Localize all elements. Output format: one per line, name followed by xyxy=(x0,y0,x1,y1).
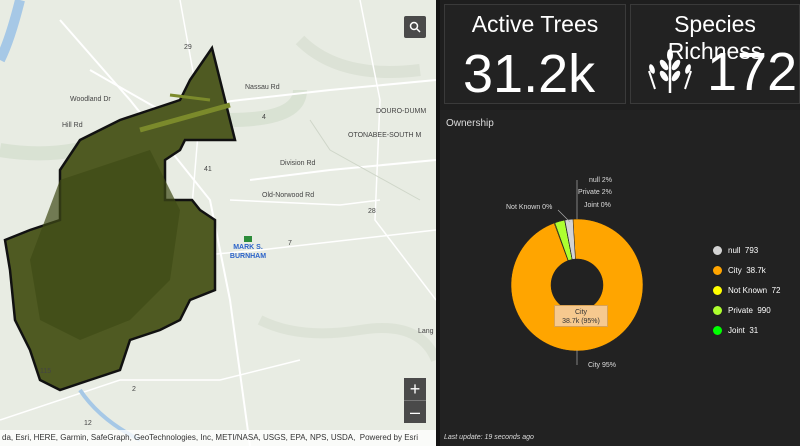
route-label: 29 xyxy=(184,44,192,51)
route-label: 4 xyxy=(262,114,266,121)
legend-swatch xyxy=(713,285,722,295)
map-search-button[interactable] xyxy=(404,16,426,38)
legend-swatch xyxy=(713,305,722,315)
area-label: DOURO-DUMM xyxy=(376,108,427,115)
route-label: 115 xyxy=(40,368,52,375)
road-label: Division Rd xyxy=(280,160,316,167)
legend-item[interactable]: Private 990 xyxy=(713,300,781,320)
species-richness-card: Species Richness 172 xyxy=(630,4,800,104)
legend-value: 38.7k xyxy=(746,265,766,275)
legend-item[interactable]: Joint 31 xyxy=(713,320,781,340)
legend-label: Joint xyxy=(728,325,745,335)
map-view[interactable]: Woodland Dr Nassau Rd Division Rd Old-No… xyxy=(0,0,436,446)
legend-item[interactable]: null 793 xyxy=(713,240,781,260)
attribution-text: da, Esri, HERE, Garmin, SafeGraph, GeoTe… xyxy=(2,433,358,442)
road-label: Nassau Rd xyxy=(245,84,280,91)
legend-value: 31 xyxy=(749,325,759,335)
poi-label: MARK S. BURNHAM xyxy=(229,244,267,260)
area-label: OTONABEE-SOUTH M xyxy=(348,132,422,139)
callout-city: City 95% xyxy=(588,362,617,369)
legend-swatch xyxy=(713,245,722,255)
legend-item[interactable]: City 38.7k xyxy=(713,260,781,280)
road-label: Woodland Dr xyxy=(70,96,111,103)
powered-by-link[interactable]: Powered by Esri xyxy=(360,430,418,446)
callout-private: Private 2% xyxy=(578,189,612,196)
road-label: Old-Norwood Rd xyxy=(262,192,315,199)
poi-marker[interactable]: MARK S. BURNHAM xyxy=(226,236,270,261)
legend-swatch xyxy=(713,265,722,275)
route-label: 2 xyxy=(132,386,136,393)
zoom-in-button[interactable]: + xyxy=(404,378,426,400)
legend-label: City xyxy=(728,265,742,275)
active-trees-card: Active Trees 31.2k xyxy=(444,4,626,104)
legend-value: 72 xyxy=(771,285,781,295)
route-label: 41 xyxy=(204,166,212,173)
tooltip-value: 38.7k (95%) xyxy=(562,318,600,325)
callout-null: null 2% xyxy=(589,177,612,184)
legend-value: 793 xyxy=(744,245,759,255)
active-trees-value: 31.2k xyxy=(463,44,596,104)
legend-label: Private xyxy=(728,305,753,315)
last-update-text: Last update: 19 seconds ago xyxy=(444,434,534,441)
tooltip-category: City xyxy=(574,309,588,316)
zoom-out-button[interactable]: – xyxy=(404,401,426,423)
callout-not-known: Not Known 0% xyxy=(506,204,553,211)
park-icon xyxy=(244,236,252,242)
donut-slice-city[interactable] xyxy=(510,218,644,352)
active-trees-title: Active Trees xyxy=(471,11,599,37)
chart-tooltip: City 38.7k (95%) xyxy=(554,305,608,327)
zoom-control: + – xyxy=(404,378,426,423)
route-label: 12 xyxy=(84,420,92,427)
route-label: 28 xyxy=(368,208,376,215)
wheat-icon xyxy=(648,49,692,93)
legend-label: null xyxy=(728,245,741,255)
legend-swatch xyxy=(713,325,722,335)
route-label: 7 xyxy=(288,240,292,247)
legend-item[interactable]: Not Known 72 xyxy=(713,280,781,300)
species-richness-value: 172 xyxy=(707,42,798,102)
legend-label: Not Known xyxy=(728,285,768,295)
callout-joint: Joint 0% xyxy=(584,202,611,209)
road-label: Hill Rd xyxy=(62,122,83,129)
chart-legend: null 793 City 38.7k Not Known 72 Private… xyxy=(713,240,781,340)
legend-value: 990 xyxy=(757,305,771,315)
place-label: Lang xyxy=(418,328,434,335)
map-attribution: da, Esri, HERE, Garmin, SafeGraph, GeoTe… xyxy=(0,430,436,446)
search-icon xyxy=(409,21,421,33)
map-basemap xyxy=(0,0,436,446)
